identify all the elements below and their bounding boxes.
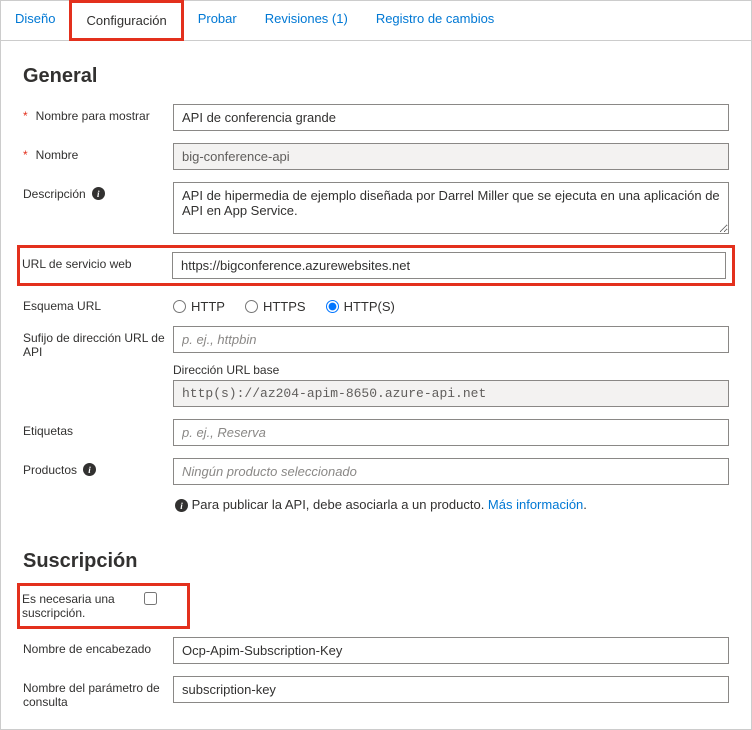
row-products: Productos i i Para publicar la API, debe… xyxy=(23,458,729,512)
tab-changelog[interactable]: Registro de cambios xyxy=(362,1,509,40)
checkbox-subscription-required[interactable] xyxy=(144,592,157,605)
tab-design[interactable]: Diseño xyxy=(1,1,69,40)
subscription-heading: Suscripción xyxy=(23,550,729,573)
row-display-name: * Nombre para mostrar xyxy=(23,104,729,131)
label-query-param: Nombre del parámetro de consulta xyxy=(23,681,173,709)
row-url-scheme: Esquema URL HTTP HTTPS HTTP(S) xyxy=(23,294,729,314)
label-subscription-required: Es necesaria una suscripción. xyxy=(22,592,144,620)
input-name[interactable] xyxy=(173,143,729,170)
info-icon: i xyxy=(175,499,188,512)
radio-https[interactable]: HTTPS xyxy=(245,299,306,314)
row-description: Descripción i API de hipermedia de ejemp… xyxy=(23,182,729,237)
tab-configuration[interactable]: Configuración xyxy=(69,0,183,41)
input-tags[interactable] xyxy=(173,419,729,446)
row-name: * Nombre xyxy=(23,143,729,170)
radio-https-label: HTTPS xyxy=(263,299,306,314)
input-web-service-url[interactable] xyxy=(172,252,726,279)
input-description[interactable]: API de hipermedia de ejemplo diseñada po… xyxy=(173,182,729,234)
label-web-service-url: URL de servicio web xyxy=(22,257,132,271)
label-tags: Etiquetas xyxy=(23,424,73,438)
radio-http-s[interactable]: HTTP(S) xyxy=(326,299,395,314)
link-more-info[interactable]: Más información xyxy=(488,497,583,512)
settings-panel: General * Nombre para mostrar * Nombre Des… xyxy=(1,41,751,729)
tab-test[interactable]: Probar xyxy=(184,1,251,40)
value-base-url: http(s)://az204-apim-8650.azure-api.net xyxy=(173,380,729,407)
label-url-scheme: Esquema URL xyxy=(23,299,101,313)
row-header-name: Nombre de encabezado xyxy=(23,637,729,664)
input-display-name[interactable] xyxy=(173,104,729,131)
row-query-param: Nombre del parámetro de consulta xyxy=(23,676,729,709)
required-icon: * xyxy=(23,109,28,123)
input-header-name[interactable] xyxy=(173,637,729,664)
label-display-name: Nombre para mostrar xyxy=(36,109,150,123)
row-subscription-required: Es necesaria una suscripción. xyxy=(17,583,190,629)
label-name: Nombre xyxy=(36,148,79,162)
tab-revisions[interactable]: Revisiones (1) xyxy=(251,1,362,40)
label-description: Descripción xyxy=(23,187,86,201)
radio-http-label: HTTP xyxy=(191,299,225,314)
tab-bar: Diseño Configuración Probar Revisiones (… xyxy=(1,1,751,41)
hint-products-text: Para publicar la API, debe asociarla a u… xyxy=(192,497,488,512)
general-heading: General xyxy=(23,65,729,88)
info-icon[interactable]: i xyxy=(92,187,105,200)
input-api-url-suffix[interactable] xyxy=(173,326,729,353)
input-products[interactable] xyxy=(173,458,729,485)
label-base-url: Dirección URL base xyxy=(173,363,729,377)
row-api-url-suffix: Sufijo de dirección URL de API Dirección… xyxy=(23,326,729,407)
input-query-param[interactable] xyxy=(173,676,729,703)
label-api-url-suffix: Sufijo de dirección URL de API xyxy=(23,331,173,359)
info-icon[interactable]: i xyxy=(83,463,96,476)
label-products: Productos xyxy=(23,463,77,477)
label-header-name: Nombre de encabezado xyxy=(23,642,151,656)
required-icon: * xyxy=(23,148,28,162)
radio-http-s-label: HTTP(S) xyxy=(344,299,395,314)
row-tags: Etiquetas xyxy=(23,419,729,446)
row-web-service-url: URL de servicio web xyxy=(17,245,735,286)
radio-http[interactable]: HTTP xyxy=(173,299,225,314)
